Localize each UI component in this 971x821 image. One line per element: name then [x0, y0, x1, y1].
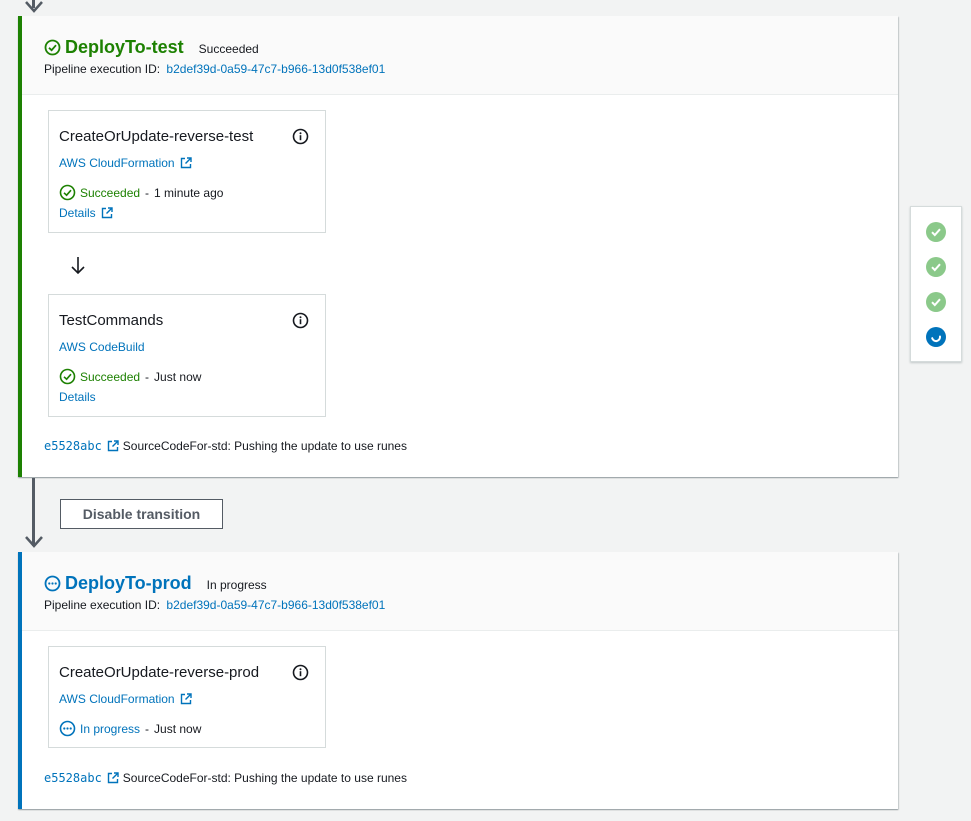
action-time: Just now	[154, 369, 202, 384]
stage-deploy-to-test: DeployTo-test Succeeded Pipeline executi…	[18, 16, 898, 477]
execution-id-label: Pipeline execution ID:	[44, 62, 161, 76]
external-link-icon[interactable]	[107, 440, 119, 452]
details-link[interactable]: Details	[59, 390, 96, 404]
stage-status: In progress	[206, 577, 267, 592]
action-card-test-commands: TestCommands AWS CodeBuild Succeeded - J…	[48, 294, 326, 417]
arrow-down-icon	[71, 257, 85, 275]
info-icon[interactable]	[292, 128, 309, 145]
source-revision: e5528abc SourceCodeFor-std: Pushing the …	[44, 439, 407, 453]
action-status-label: Succeeded	[80, 369, 141, 384]
external-link-icon	[180, 693, 192, 705]
info-icon[interactable]	[292, 664, 309, 681]
provider-label: AWS CloudFormation	[59, 692, 175, 706]
status-separator: -	[145, 369, 150, 384]
provider-link[interactable]: AWS CloudFormation	[59, 692, 192, 706]
action-name: TestCommands	[59, 312, 164, 329]
spinner-icon	[931, 335, 942, 343]
stage-header: DeployTo-prod In progress Pipeline execu…	[22, 552, 898, 631]
action-status: Succeeded - 1 minute ago	[59, 184, 223, 201]
action-status-label: Succeeded	[80, 185, 141, 200]
execution-id-link[interactable]: b2def39d-0a59-47c7-b966-13d0f538ef01	[166, 62, 385, 76]
provider-link[interactable]: AWS CodeBuild	[59, 340, 145, 354]
details-label: Details	[59, 206, 96, 220]
provider-label: AWS CodeBuild	[59, 340, 145, 354]
stage-name: DeployTo-prod	[65, 572, 192, 593]
action-status: Succeeded - Just now	[59, 368, 201, 385]
status-separator: -	[145, 721, 150, 736]
stage-overview-dot-4[interactable]	[926, 327, 946, 347]
commit-message: SourceCodeFor-std: Pushing the update to…	[122, 439, 407, 453]
external-link-icon[interactable]	[107, 772, 119, 784]
action-card-create-or-update-test: CreateOrUpdate-reverse-test AWS CloudFor…	[48, 110, 326, 233]
commit-message: SourceCodeFor-std: Pushing the update to…	[122, 771, 407, 785]
action-time: Just now	[154, 721, 202, 736]
stage-deploy-to-prod: DeployTo-prod In progress Pipeline execu…	[18, 552, 898, 809]
execution-id-link[interactable]: b2def39d-0a59-47c7-b966-13d0f538ef01	[166, 598, 385, 612]
action-name: CreateOrUpdate-reverse-prod	[59, 664, 260, 681]
provider-label: AWS CloudFormation	[59, 156, 175, 170]
stage-overview-dot-2[interactable]	[926, 257, 946, 277]
check-circle-icon	[44, 39, 61, 56]
provider-link[interactable]: AWS CloudFormation	[59, 156, 192, 170]
execution-id-label: Pipeline execution ID:	[44, 598, 161, 612]
check-circle-icon	[59, 184, 76, 201]
check-icon	[931, 263, 941, 272]
action-card-create-or-update-prod: CreateOrUpdate-reverse-prod AWS CloudFor…	[48, 646, 326, 748]
ellipsis-circle-icon	[59, 720, 76, 737]
stage-status: Succeeded	[198, 41, 259, 56]
stage-header: DeployTo-test Succeeded Pipeline executi…	[22, 16, 898, 95]
action-name: CreateOrUpdate-reverse-test	[59, 128, 254, 145]
action-status-link[interactable]: In progress	[80, 722, 140, 736]
external-link-icon	[180, 157, 192, 169]
check-icon	[931, 228, 941, 237]
ellipsis-circle-icon	[44, 575, 61, 592]
stage-name: DeployTo-test	[65, 36, 184, 57]
commit-id-link[interactable]: e5528abc	[44, 771, 102, 785]
arrow-down-icon	[25, 1, 43, 13]
details-link[interactable]: Details	[59, 206, 113, 220]
check-circle-icon	[59, 368, 76, 385]
arrow-down-icon	[25, 536, 43, 548]
check-icon	[931, 298, 941, 307]
external-link-icon	[101, 207, 113, 219]
action-status: In progress - Just now	[59, 720, 201, 737]
stage-overview-panel	[910, 206, 962, 362]
source-revision: e5528abc SourceCodeFor-std: Pushing the …	[44, 771, 407, 785]
info-icon[interactable]	[292, 312, 309, 329]
disable-transition-button[interactable]: Disable transition	[60, 499, 223, 529]
stage-overview-dot-1[interactable]	[926, 222, 946, 242]
commit-id-link[interactable]: e5528abc	[44, 439, 102, 453]
stage-overview-dot-3[interactable]	[926, 292, 946, 312]
status-separator: -	[145, 185, 150, 200]
action-time: 1 minute ago	[154, 185, 224, 200]
details-label: Details	[59, 390, 96, 404]
